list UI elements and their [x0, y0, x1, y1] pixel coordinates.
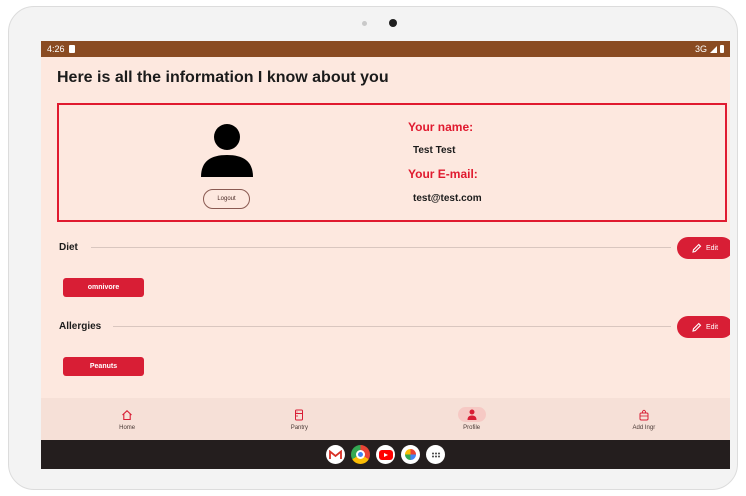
pencil-icon	[692, 243, 702, 253]
pencil-icon	[692, 322, 702, 332]
status-time: 4:26	[47, 44, 65, 54]
nav-item-pantry[interactable]: Pantry	[213, 398, 385, 440]
diet-chip[interactable]: omnivore	[63, 278, 144, 297]
email-value: test@test.com	[413, 193, 482, 204]
name-label: Your name:	[408, 120, 474, 134]
system-taskbar	[41, 440, 730, 469]
bottom-navigation: Home Pantry Profile Add Ingr	[41, 398, 730, 440]
fridge-icon	[295, 409, 304, 420]
sensor-dot	[362, 21, 367, 26]
sim-card-icon	[68, 45, 75, 53]
person-avatar-icon	[201, 124, 253, 177]
nav-label-home: Home	[119, 425, 136, 431]
logout-button[interactable]: Logout	[203, 189, 250, 209]
add-ingredient-icon	[639, 409, 649, 421]
diet-edit-label: Edit	[705, 244, 719, 252]
youtube-icon[interactable]	[376, 445, 395, 464]
allergies-section-title: Allergies	[59, 321, 102, 332]
allergies-divider	[113, 326, 671, 327]
network-type: 3G	[694, 44, 707, 54]
nav-label-pantry: Pantry	[290, 425, 309, 431]
diet-section-title: Diet	[59, 242, 78, 253]
app-drawer-icon[interactable]	[426, 445, 445, 464]
nav-item-add-ingredient[interactable]: Add Ingr	[558, 398, 730, 440]
chrome-icon[interactable]	[351, 445, 370, 464]
page-title: Here is all the information I know about…	[57, 69, 389, 86]
profile-card: Logout Your name: Test Test Your E-mail:…	[57, 103, 727, 222]
front-camera	[389, 19, 397, 27]
email-label: Your E-mail:	[408, 167, 478, 181]
photos-icon[interactable]	[401, 445, 420, 464]
name-value: Test Test	[413, 145, 456, 156]
allergies-edit-label: Edit	[705, 323, 719, 331]
battery-icon	[720, 45, 724, 53]
person-icon	[467, 409, 477, 420]
nav-label-profile: Profile	[463, 425, 481, 431]
home-icon	[122, 409, 133, 420]
gmail-icon[interactable]	[326, 445, 345, 464]
allergy-chip[interactable]: Peanuts	[63, 357, 144, 376]
nav-label-add-ingredient: Add Ingr	[632, 425, 656, 431]
nav-item-home[interactable]: Home	[41, 398, 213, 440]
status-bar: 4:26 3G	[41, 41, 730, 57]
nav-item-profile[interactable]: Profile	[386, 398, 558, 440]
diet-divider	[91, 247, 671, 248]
signal-icon	[710, 45, 717, 53]
allergies-edit-button[interactable]: Edit	[677, 316, 730, 338]
diet-edit-button[interactable]: Edit	[677, 237, 730, 259]
tablet-frame: 4:26 3G Here is all the information I kn…	[8, 6, 738, 490]
app-screen: 4:26 3G Here is all the information I kn…	[41, 41, 730, 469]
